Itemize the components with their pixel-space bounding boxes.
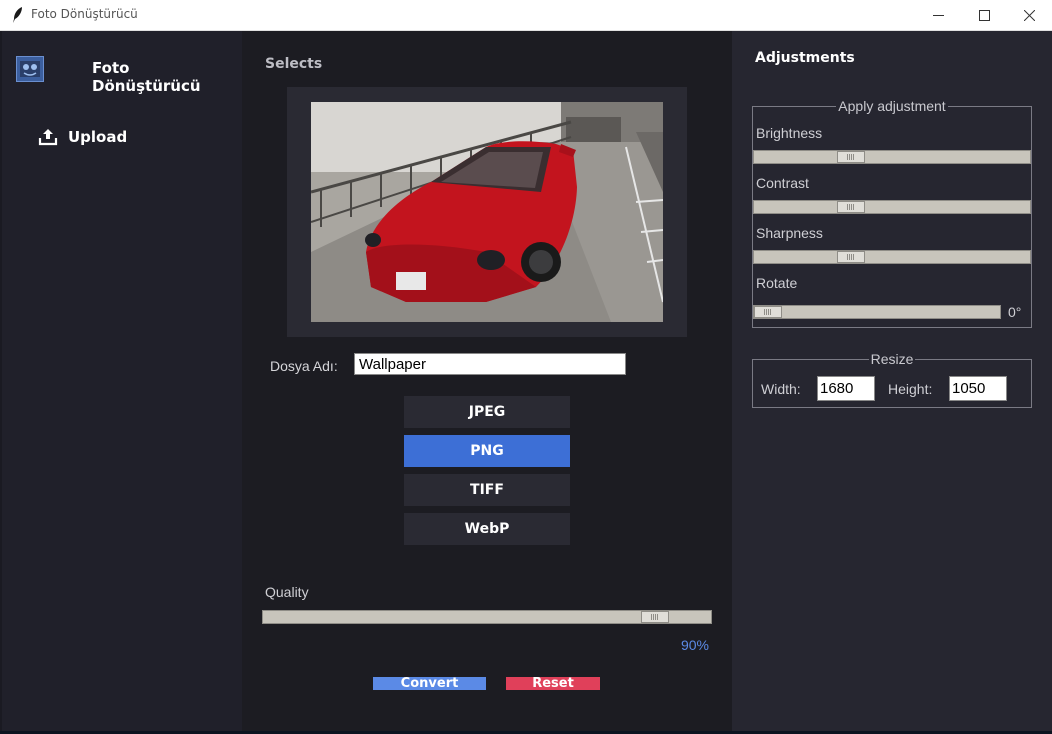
brightness-label: Brightness xyxy=(756,125,823,141)
format-tiff-button[interactable]: TIFF xyxy=(404,474,570,506)
close-button[interactable] xyxy=(1006,0,1052,30)
contrast-slider-thumb[interactable] xyxy=(837,201,865,213)
minimize-icon xyxy=(932,14,944,16)
reset-button[interactable]: Reset xyxy=(506,677,600,690)
rotate-slider[interactable] xyxy=(753,305,1001,319)
format-webp-button[interactable]: WebP xyxy=(404,513,570,545)
main-panel: Selects Dosya Adı: Wallpaper JPEG PNG TI… xyxy=(242,31,732,731)
brightness-slider-thumb[interactable] xyxy=(837,151,865,163)
apply-adjustment-group: Apply adjustment Brightness Contrast Sha… xyxy=(752,98,1032,328)
feather-icon xyxy=(13,7,22,23)
contrast-slider[interactable] xyxy=(753,200,1031,214)
sharpness-label: Sharpness xyxy=(756,225,823,241)
upload-label: Upload xyxy=(68,128,128,146)
window-title: Foto Dönüştürücü xyxy=(31,7,138,21)
height-label: Height: xyxy=(888,381,933,397)
maximize-icon xyxy=(978,9,990,21)
app-logo-icon xyxy=(16,56,44,82)
minimize-button[interactable] xyxy=(915,0,961,30)
width-label: Width: xyxy=(761,381,801,397)
adjustments-panel: Adjustments Apply adjustment Brightness … xyxy=(732,31,1052,731)
width-input[interactable]: 1680 xyxy=(817,376,875,401)
quality-value: 90% xyxy=(680,637,709,653)
title-bar: Foto Dönüştürücü xyxy=(0,0,1052,31)
maximize-button[interactable] xyxy=(961,0,1007,30)
rotate-slider-thumb[interactable] xyxy=(754,306,782,318)
app-name: Foto Dönüştürücü xyxy=(92,59,201,95)
sharpness-slider-thumb[interactable] xyxy=(837,251,865,263)
quality-label: Quality xyxy=(265,584,309,600)
selects-heading: Selects xyxy=(265,56,323,72)
format-jpeg-button[interactable]: JPEG xyxy=(404,396,570,428)
image-preview-frame xyxy=(287,87,687,337)
close-icon xyxy=(1023,9,1035,21)
rotate-value: 0° xyxy=(1008,304,1022,320)
quality-slider[interactable] xyxy=(262,610,712,624)
convert-button[interactable]: Convert xyxy=(373,677,486,690)
filename-label: Dosya Adı: xyxy=(270,358,338,374)
upload-icon xyxy=(38,129,58,146)
format-png-button[interactable]: PNG xyxy=(404,435,570,467)
sidebar: Foto Dönüştürücü Upload xyxy=(2,31,242,731)
adjustments-heading: Adjustments xyxy=(755,50,855,66)
resize-legend: Resize xyxy=(868,351,916,367)
quality-slider-thumb[interactable] xyxy=(641,611,669,623)
image-preview xyxy=(311,102,663,322)
contrast-label: Contrast xyxy=(756,175,809,191)
brightness-slider[interactable] xyxy=(753,150,1031,164)
rotate-label: Rotate xyxy=(756,275,798,291)
sharpness-slider[interactable] xyxy=(753,250,1031,264)
height-input[interactable]: 1050 xyxy=(949,376,1007,401)
filename-input[interactable]: Wallpaper xyxy=(354,353,626,375)
resize-group: Resize Width: 1680 Height: 1050 xyxy=(752,351,1032,408)
car-photo xyxy=(311,102,663,322)
upload-button[interactable]: Upload xyxy=(38,127,127,147)
apply-adjustment-legend: Apply adjustment xyxy=(836,98,948,114)
